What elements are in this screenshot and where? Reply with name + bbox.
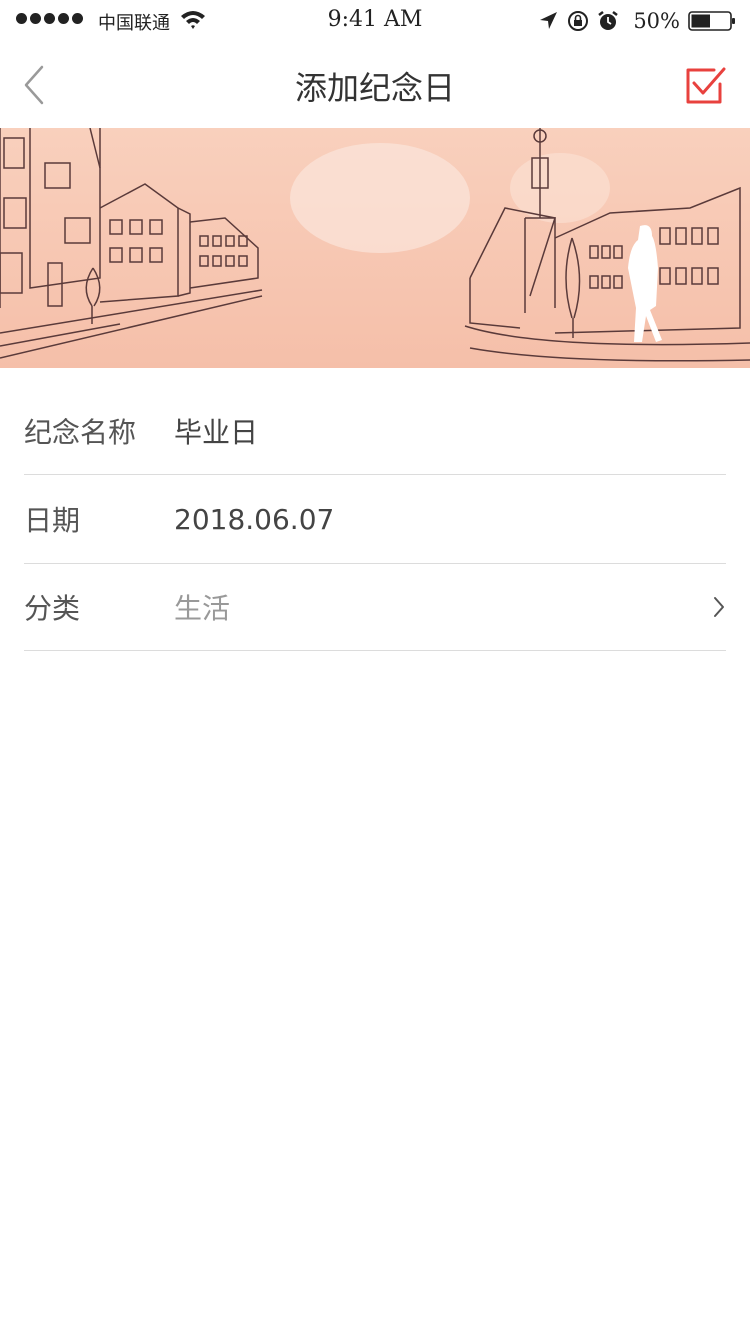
- cellular-signal-icon: [16, 13, 83, 24]
- wifi-icon: [181, 11, 205, 29]
- alarm-icon: [598, 11, 619, 30]
- date-label: 日期: [24, 504, 81, 537]
- town-street-illustration: [0, 128, 750, 368]
- anniversary-form: 纪念名称 毕业日 日期 2018.06.07 分类 生活: [24, 388, 726, 651]
- back-button[interactable]: [14, 60, 54, 110]
- navigation-bar: 添加纪念日: [0, 40, 750, 128]
- name-label: 纪念名称: [24, 416, 137, 449]
- battery-icon: [688, 11, 735, 31]
- category-field[interactable]: 生活: [174, 587, 230, 627]
- banner-illustration: [0, 128, 750, 368]
- carrier-name: 中国联通: [98, 13, 170, 34]
- category-row[interactable]: 分类 生活: [24, 564, 726, 651]
- name-field[interactable]: 毕业日: [174, 411, 258, 451]
- category-label: 分类: [24, 592, 81, 625]
- battery-percent: 50%: [633, 9, 680, 33]
- status-bar: 中国联通 9:41 AM 50%: [0, 0, 750, 40]
- date-field[interactable]: 2018.06.07: [174, 503, 334, 536]
- confirm-button[interactable]: [684, 66, 726, 106]
- location-arrow-icon: [540, 12, 558, 29]
- page-title: 添加纪念日: [294, 69, 455, 107]
- chevron-right-icon[interactable]: [712, 595, 726, 619]
- chevron-left-icon: [24, 65, 44, 105]
- name-row[interactable]: 纪念名称 毕业日: [24, 388, 726, 475]
- rotation-lock-icon: [568, 11, 589, 31]
- checkbox-check-icon: [686, 67, 726, 104]
- date-row[interactable]: 日期 2018.06.07: [24, 475, 726, 564]
